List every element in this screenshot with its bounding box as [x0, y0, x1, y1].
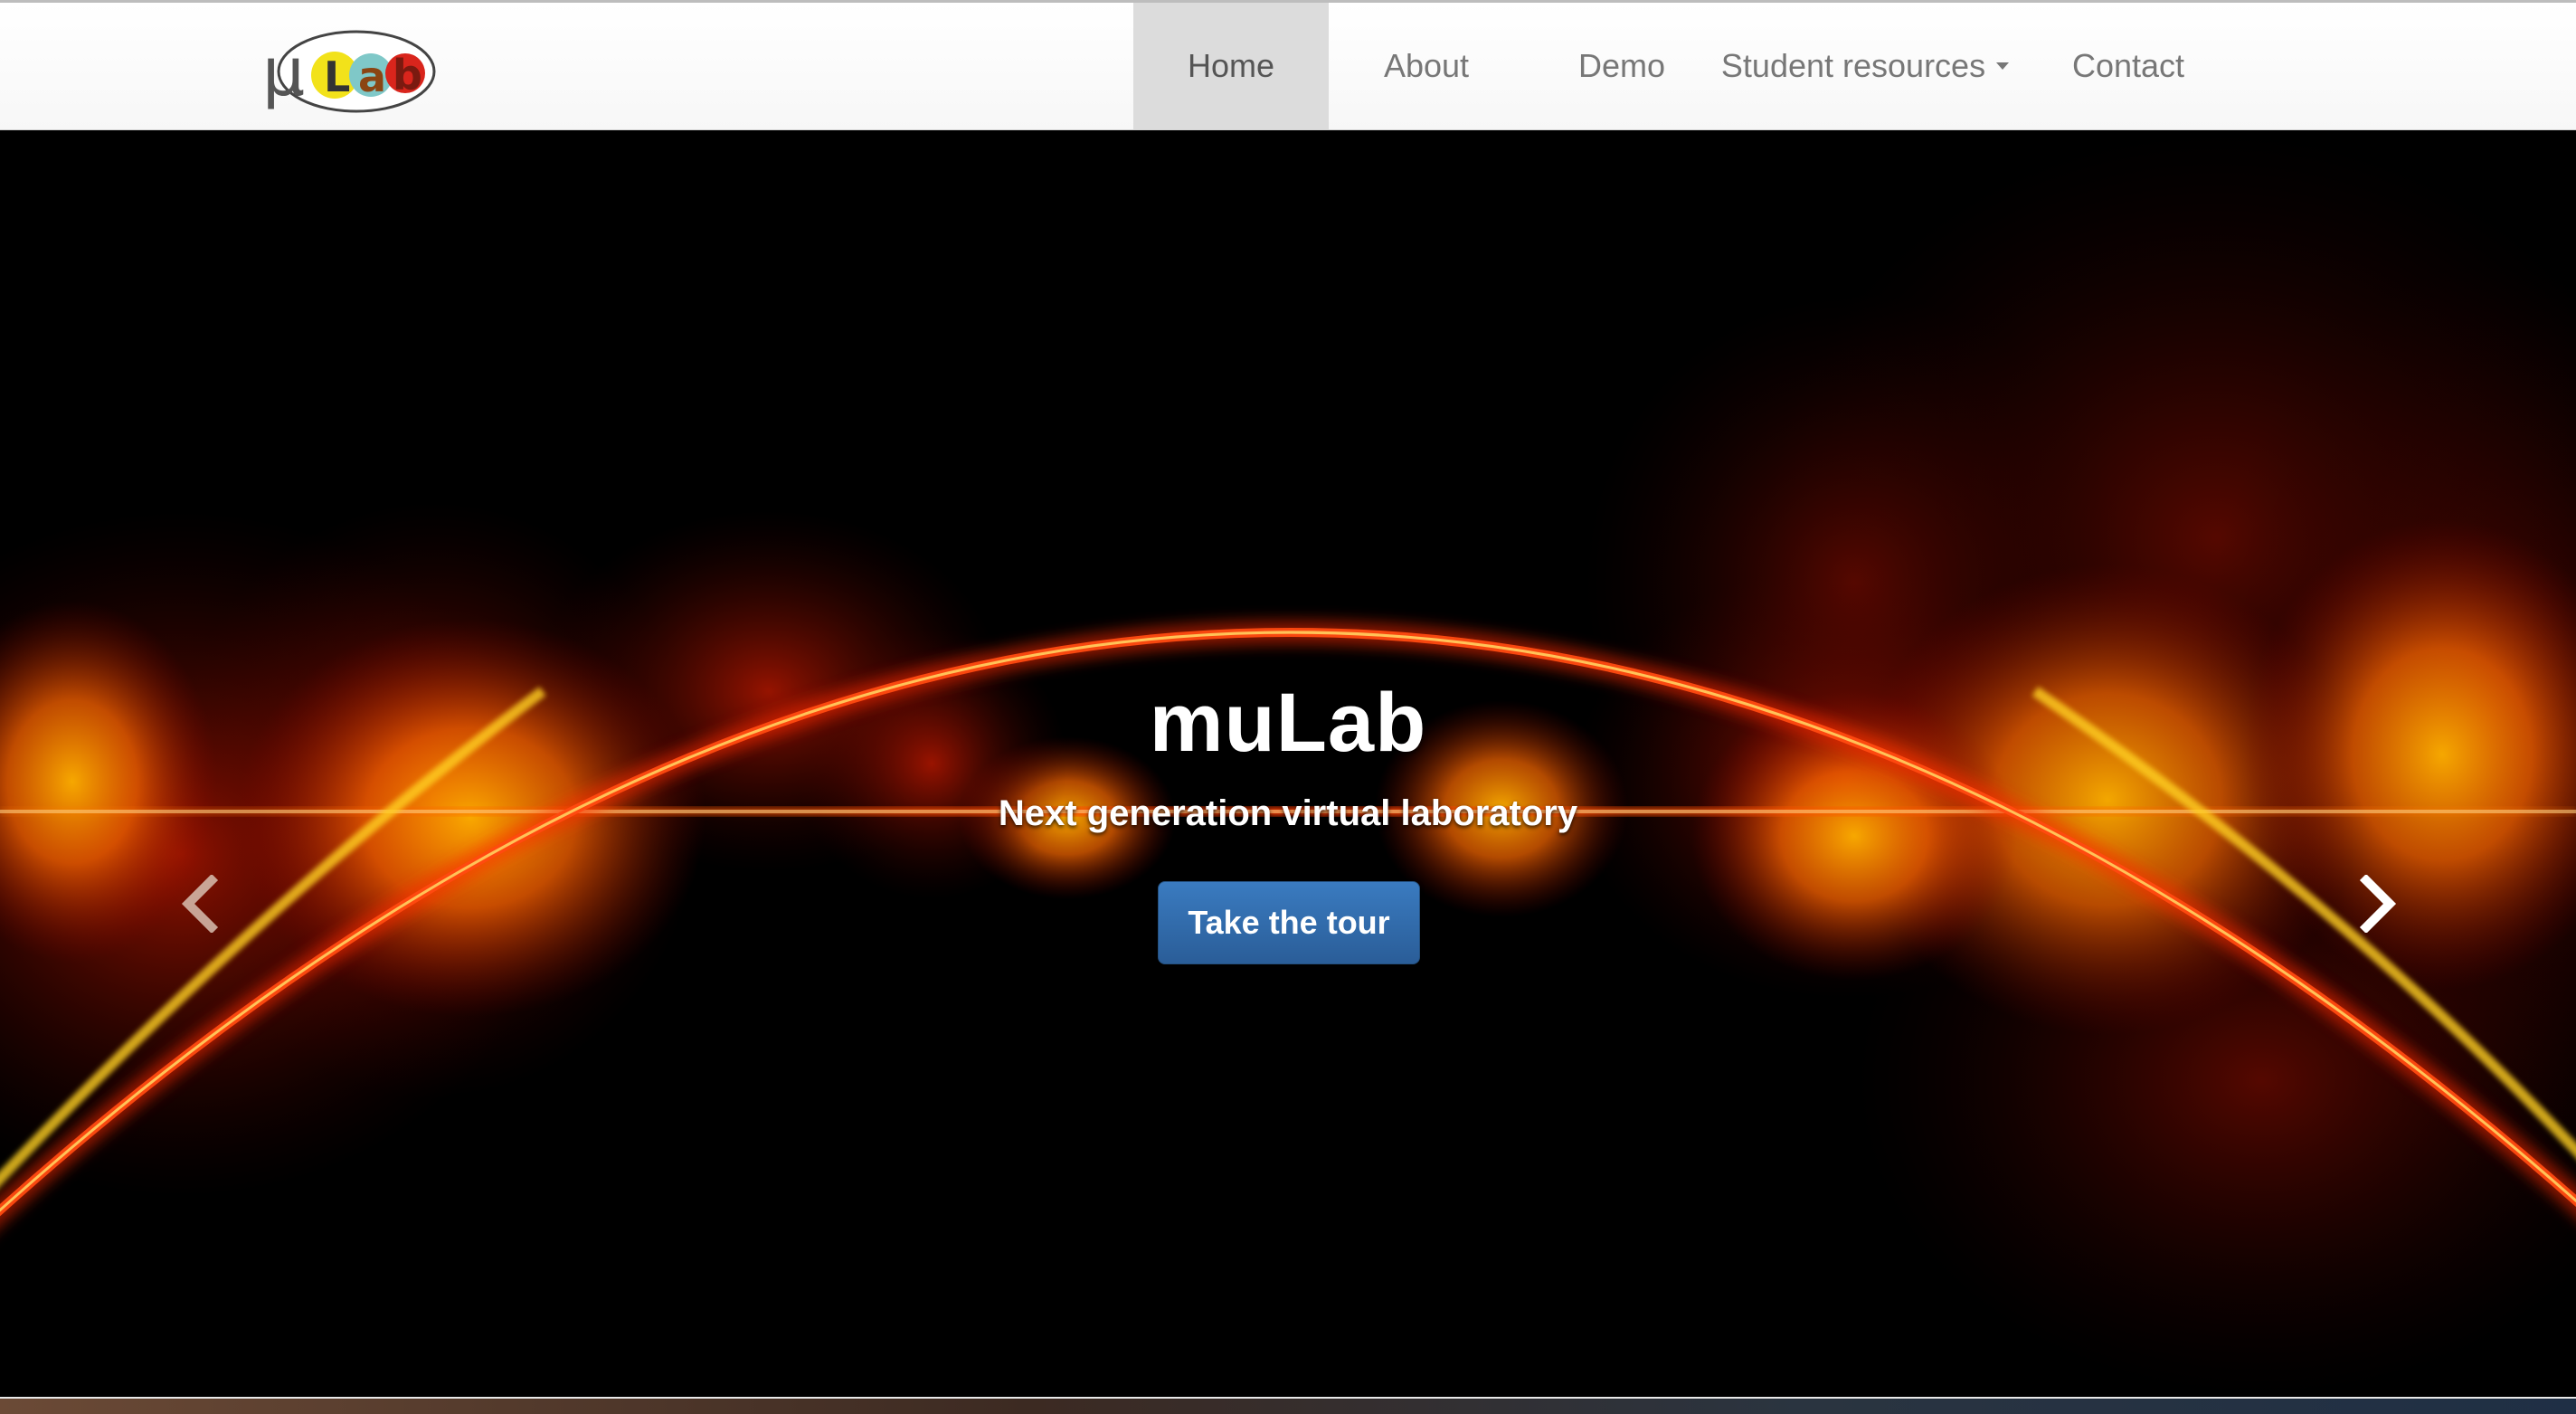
main-nav: Home About Demo Student resources Contac… — [1133, 3, 2246, 132]
nav-item-label: Student resources — [1720, 47, 1986, 84]
nav-item-label: Demo — [1577, 47, 1666, 84]
svg-text:a: a — [358, 52, 386, 101]
nav-item-home[interactable]: Home — [1133, 3, 1329, 129]
svg-text:b: b — [393, 51, 422, 100]
nav-item-label: About — [1383, 47, 1470, 84]
svg-text:L: L — [324, 52, 350, 101]
nav-item-label: Home — [1187, 47, 1275, 84]
nav-item-about[interactable]: About — [1329, 3, 1524, 129]
nav-item-student-resources[interactable]: Student resources — [1719, 3, 2011, 129]
top-navbar: μ L a b Home About Demo Student resource… — [0, 0, 2576, 130]
svg-text:μ: μ — [262, 33, 305, 111]
hero-subtitle: Next generation virtual laboratory — [998, 793, 1578, 833]
caret-down-icon — [1996, 62, 2010, 70]
nav-item-demo[interactable]: Demo — [1524, 3, 1719, 129]
nav-item-label: Contact — [2071, 47, 2185, 84]
carousel-caption: muLab Next generation virtual laboratory… — [0, 130, 2576, 1399]
mulab-logo[interactable]: μ L a b — [260, 28, 438, 115]
hero-carousel: muLab Next generation virtual laboratory… — [0, 130, 2576, 1399]
nav-item-contact[interactable]: Contact — [2011, 3, 2246, 129]
next-section-preview — [0, 1399, 2576, 1414]
hero-title: muLab — [1149, 677, 1427, 769]
take-tour-button[interactable]: Take the tour — [1158, 881, 1420, 964]
